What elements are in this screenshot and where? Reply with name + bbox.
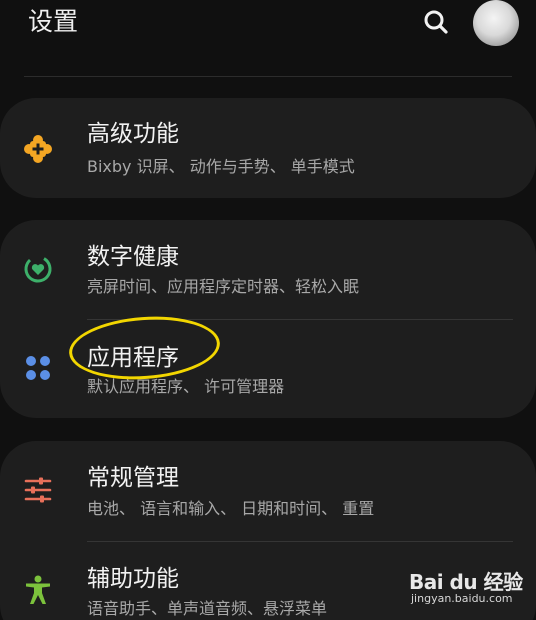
item-title: 高级功能 bbox=[87, 121, 179, 147]
settings-item-advanced-features[interactable]: 高级功能 Bixby 识屏、 动作与手势、 单手模式 bbox=[0, 99, 536, 197]
item-title: 常规管理 bbox=[87, 465, 179, 491]
settings-item-accessibility[interactable]: 辅助功能 语音助手、单声道音频、悬浮菜单 bbox=[0, 542, 536, 620]
search-button[interactable] bbox=[420, 6, 452, 38]
app-header: 设置 bbox=[0, 0, 536, 60]
avatar[interactable] bbox=[473, 0, 519, 46]
item-subtitle: Bixby 识屏、 动作与手势、 单手模式 bbox=[87, 157, 355, 176]
settings-card-general-accessibility: 常规管理 电池、 语言和输入、 日期和时间、 重置 辅助功能 语音助手、单声道音… bbox=[0, 441, 536, 620]
puzzle-plus-icon bbox=[24, 135, 52, 163]
settings-item-digital-wellbeing[interactable]: 数字健康 亮屏时间、应用程序定时器、轻松入眠 bbox=[0, 220, 536, 318]
sliders-icon bbox=[24, 477, 52, 503]
settings-screen: 设置 高级功能 Bixby 识屏、 动作与手势、 单手模式 数字健康 亮屏时间、… bbox=[0, 0, 536, 620]
accessibility-icon bbox=[26, 575, 50, 604]
item-subtitle: 语音助手、单声道音频、悬浮菜单 bbox=[87, 599, 328, 618]
item-title: 辅助功能 bbox=[87, 566, 179, 592]
apps-grid-icon bbox=[26, 356, 50, 380]
item-title: 应用程序 bbox=[87, 345, 179, 371]
page-title: 设置 bbox=[28, 7, 79, 36]
settings-card-advanced: 高级功能 Bixby 识屏、 动作与手势、 单手模式 bbox=[0, 98, 536, 198]
item-subtitle: 亮屏时间、应用程序定时器、轻松入眠 bbox=[87, 277, 360, 296]
settings-item-general-management[interactable]: 常规管理 电池、 语言和输入、 日期和时间、 重置 bbox=[0, 441, 536, 539]
item-subtitle: 默认应用程序、 许可管理器 bbox=[87, 377, 285, 396]
wellbeing-icon bbox=[24, 255, 52, 283]
item-subtitle: 电池、 语言和输入、 日期和时间、 重置 bbox=[87, 499, 375, 518]
settings-item-apps[interactable]: 应用程序 默认应用程序、 许可管理器 bbox=[0, 320, 536, 418]
header-divider bbox=[24, 76, 512, 77]
item-title: 数字健康 bbox=[87, 244, 179, 270]
settings-card-wellbeing-apps: 数字健康 亮屏时间、应用程序定时器、轻松入眠 应用程序 默认应用程序、 许可管理… bbox=[0, 220, 536, 418]
search-icon bbox=[424, 10, 448, 34]
